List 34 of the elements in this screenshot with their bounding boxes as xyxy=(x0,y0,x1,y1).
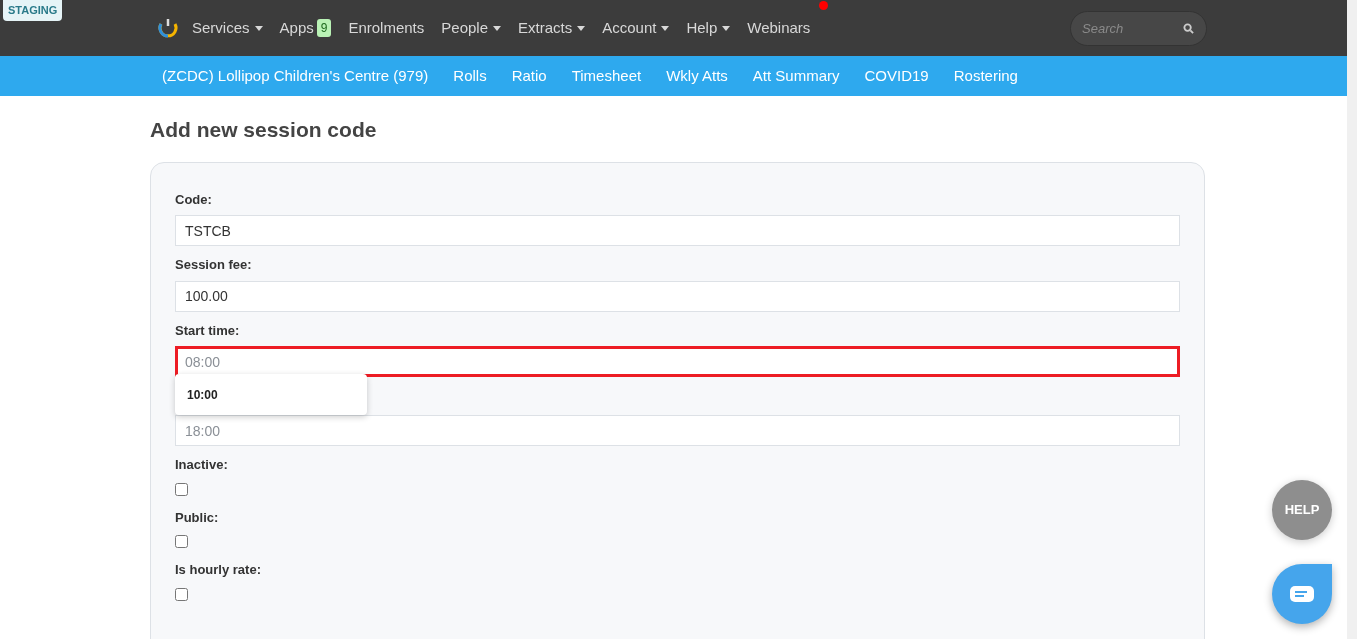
search-field[interactable]: Search xyxy=(1070,10,1207,46)
nav-link[interactable]: Services xyxy=(192,16,263,40)
caret-icon xyxy=(493,25,501,31)
field-label: Session fee: xyxy=(175,256,253,274)
chat-icon xyxy=(1290,586,1314,602)
chat-button[interactable] xyxy=(1272,564,1332,624)
checkbox[interactable] xyxy=(175,482,188,496)
nav-link[interactable]: Apps xyxy=(279,16,314,40)
count-badge: 9 xyxy=(316,19,332,37)
nav-link[interactable]: Enrolments xyxy=(348,16,425,40)
input-field[interactable]: 100.00 xyxy=(175,280,1180,312)
input-field[interactable]: 08:00 xyxy=(175,346,1180,377)
nav-link[interactable]: Help xyxy=(686,16,731,40)
caret-icon xyxy=(254,25,263,31)
caret-icon xyxy=(722,25,731,31)
caret-icon xyxy=(577,25,586,31)
checkbox[interactable] xyxy=(175,587,188,601)
nav-link[interactable]: People xyxy=(441,16,501,40)
field-label: Code: xyxy=(175,190,213,209)
nav-link[interactable]: Extracts xyxy=(518,16,586,40)
nav-link[interactable]: Webinars xyxy=(747,16,811,40)
logo-icon xyxy=(156,16,180,40)
caret-icon xyxy=(661,25,670,31)
field-label: Start time: xyxy=(175,321,241,340)
field-label: Public: xyxy=(175,508,220,527)
staging-badge: STAGING xyxy=(3,0,63,21)
input-field[interactable]: TSTCB xyxy=(175,215,1180,246)
page-title: Add new session code xyxy=(150,117,378,143)
nav-link[interactable]: Account xyxy=(602,16,670,40)
field-label: Inactive: xyxy=(175,456,229,474)
search-icon xyxy=(1183,22,1194,34)
checkbox[interactable] xyxy=(175,535,188,548)
suggestion-item[interactable]: 10:00 xyxy=(175,385,367,404)
field-label: Is hourly rate: xyxy=(175,561,262,579)
